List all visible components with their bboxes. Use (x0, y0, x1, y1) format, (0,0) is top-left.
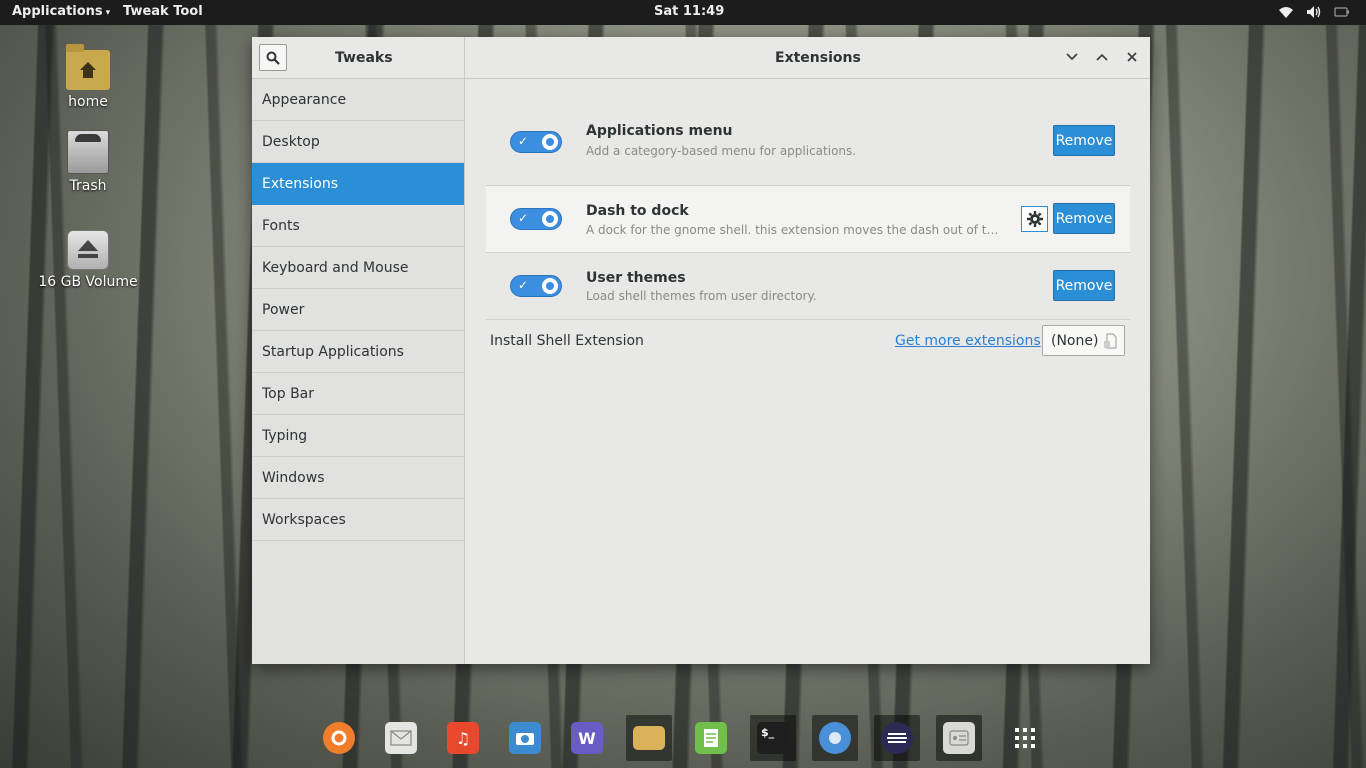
desktop-icon-label: home (68, 94, 108, 110)
home-folder-icon (66, 44, 110, 90)
remove-button[interactable]: Remove (1053, 125, 1115, 156)
extension-name: User themes (586, 270, 686, 286)
tweak-tool-window: Tweaks Extensions Appearance Desktop Ext… (252, 37, 1150, 664)
desktop-icon-label: Trash (69, 178, 107, 194)
removable-drive-icon (67, 230, 109, 270)
terminal-icon: $_ (757, 722, 789, 754)
dock-item-chromium[interactable] (812, 715, 858, 761)
extension-row: ✓ User themes Load shell themes from use… (486, 253, 1130, 319)
check-icon: ✓ (518, 134, 529, 148)
sidebar: Appearance Desktop Extensions Fonts Keyb… (252, 79, 465, 664)
page-title: Extensions (775, 50, 861, 66)
get-more-extensions-link[interactable]: Get more extensions (895, 333, 1041, 349)
dock-item-eclipse[interactable] (874, 715, 920, 761)
chromium-icon (819, 722, 851, 754)
extension-toggle[interactable]: ✓ (510, 275, 562, 297)
show-apps-button[interactable] (1002, 715, 1048, 761)
remove-button[interactable]: Remove (1053, 203, 1115, 234)
remove-button[interactable]: Remove (1053, 270, 1115, 301)
dock-item-terminal[interactable]: $_ (750, 715, 796, 761)
sidebar-item-extensions[interactable]: Extensions (252, 163, 464, 205)
sidebar-item-keyboard-and-mouse[interactable]: Keyboard and Mouse (252, 247, 464, 289)
search-icon (266, 51, 280, 65)
file-chooser-value: (None) (1051, 333, 1099, 349)
battery-icon[interactable] (1334, 3, 1350, 21)
sidebar-header: Tweaks (252, 37, 465, 79)
volume-icon[interactable] (1306, 3, 1322, 21)
close-button[interactable] (1123, 48, 1141, 66)
dock-item-files[interactable] (626, 715, 672, 761)
sidebar-item-workspaces[interactable]: Workspaces (252, 499, 464, 541)
sidebar-item-top-bar[interactable]: Top Bar (252, 373, 464, 415)
files-icon (633, 726, 665, 750)
check-icon: ✓ (518, 278, 529, 292)
show-apps-icon (1015, 728, 1035, 748)
firefox-icon (323, 722, 355, 754)
writer-icon: W (571, 722, 603, 754)
sidebar-item-fonts[interactable]: Fonts (252, 205, 464, 247)
dock-item-firefox[interactable] (316, 715, 362, 761)
sidebar-title: Tweaks (335, 50, 393, 66)
extensions-panel: ✓ Applications menu Add a category-based… (466, 79, 1150, 664)
document-icon (1103, 333, 1119, 353)
minimize-button[interactable] (1063, 48, 1081, 66)
desktop-icon-label: 16 GB Volume (38, 274, 138, 290)
toggle-knob (542, 278, 558, 294)
check-icon: ✓ (518, 211, 529, 225)
applications-menu-button[interactable]: Applications ▾ (12, 4, 110, 19)
sidebar-item-power[interactable]: Power (252, 289, 464, 331)
desktop-icon-home[interactable]: home (38, 44, 138, 110)
extension-file-chooser[interactable]: (None) (1042, 325, 1125, 356)
search-button[interactable] (259, 44, 287, 71)
sidebar-item-windows[interactable]: Windows (252, 457, 464, 499)
extension-name: Dash to dock (586, 203, 689, 219)
gear-icon (1026, 211, 1043, 227)
chevron-up-icon (1096, 53, 1108, 61)
music-icon: ♫ (447, 722, 479, 754)
sidebar-item-desktop[interactable]: Desktop (252, 121, 464, 163)
install-extension-label: Install Shell Extension (490, 333, 644, 349)
dock-item-camera[interactable] (502, 715, 548, 761)
eclipse-icon (881, 722, 913, 754)
chevron-down-icon: ▾ (105, 8, 111, 18)
dock-item-writer[interactable]: W (564, 715, 610, 761)
top-bar: Applications ▾ Tweak Tool Sat 11:49 (0, 0, 1366, 25)
extension-name: Applications menu (586, 123, 733, 139)
extension-toggle[interactable]: ✓ (510, 208, 562, 230)
dock-item-text-editor[interactable] (688, 715, 734, 761)
extension-settings-button[interactable] (1021, 206, 1048, 232)
extension-row: ✓ Dash to dock A dock for the gnome shel… (486, 186, 1130, 252)
active-app-menu[interactable]: Tweak Tool (123, 4, 203, 19)
wifi-icon[interactable] (1278, 3, 1294, 21)
extension-description: Add a category-based menu for applicatio… (586, 144, 857, 158)
extension-description: A dock for the gnome shell. this extensi… (586, 223, 1006, 237)
applications-menu-label: Applications (12, 4, 103, 19)
extension-row: ✓ Applications menu Add a category-based… (486, 99, 1130, 185)
mail-icon (385, 722, 417, 754)
extension-description: Load shell themes from user directory. (586, 289, 817, 303)
clock[interactable]: Sat 11:49 (654, 4, 724, 19)
dock-item-system-settings[interactable] (936, 715, 982, 761)
maximize-button[interactable] (1093, 48, 1111, 66)
sidebar-item-appearance[interactable]: Appearance (252, 79, 464, 121)
sidebar-item-startup-applications[interactable]: Startup Applications (252, 331, 464, 373)
extension-toggle[interactable]: ✓ (510, 131, 562, 153)
chevron-down-icon (1066, 53, 1078, 61)
close-icon (1127, 52, 1137, 62)
desktop-icon-trash[interactable]: Trash (38, 130, 138, 194)
toggle-knob (542, 134, 558, 150)
text-editor-icon (695, 722, 727, 754)
dock-item-music[interactable]: ♫ (440, 715, 486, 761)
window-header-bar[interactable]: Tweaks Extensions (252, 37, 1150, 79)
divider (486, 319, 1130, 320)
dock-item-mail[interactable] (378, 715, 424, 761)
desktop-icon-volume[interactable]: 16 GB Volume (38, 230, 138, 290)
trash-icon (67, 130, 109, 174)
toggle-knob (542, 211, 558, 227)
system-tray[interactable] (1278, 3, 1350, 21)
sidebar-item-typing[interactable]: Typing (252, 415, 464, 457)
camera-icon (509, 722, 541, 754)
system-settings-icon (943, 722, 975, 754)
dock: ♫ W $_ (312, 710, 1054, 768)
